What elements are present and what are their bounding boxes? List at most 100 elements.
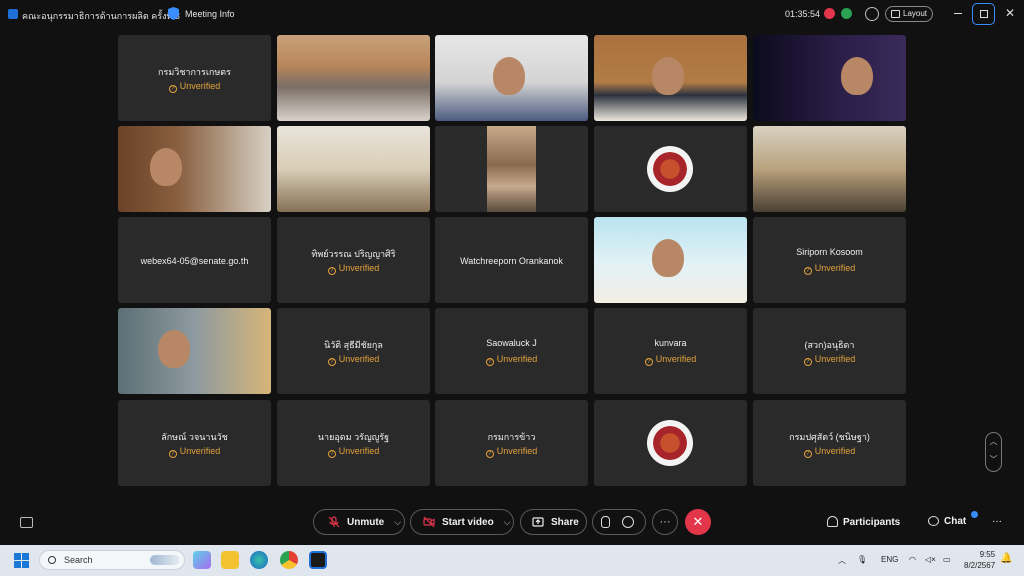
chrome-icon[interactable]: [280, 551, 298, 569]
unmute-button[interactable]: Unmute ⌵: [313, 509, 405, 535]
chat-button[interactable]: Chat: [928, 516, 966, 527]
participant-tile[interactable]: [118, 308, 271, 394]
participant-tile[interactable]: [594, 217, 747, 303]
share-icon: [532, 517, 544, 527]
participant-tile[interactable]: [753, 35, 906, 121]
notification-bell-icon[interactable]: 🔔: [1000, 553, 1012, 564]
participant-name: webex64-05@senate.go.th: [140, 256, 249, 266]
participant-video: [118, 126, 271, 212]
participant-tile[interactable]: Saowaluck J? Unverified: [435, 308, 588, 394]
participant-tile[interactable]: [594, 400, 747, 486]
participant-tile[interactable]: [594, 126, 747, 212]
layout-button[interactable]: Layout: [885, 6, 933, 22]
participant-name: Siriporn Kosoom: [796, 247, 863, 257]
question-icon: ?: [803, 267, 812, 275]
participant-tile[interactable]: [753, 126, 906, 212]
chevron-down-icon[interactable]: ⌵: [394, 517, 401, 528]
edge-icon[interactable]: [250, 551, 268, 569]
participant-tile[interactable]: นายอุดม วรัญญูรัฐ? Unverified: [277, 400, 430, 486]
clock-date: 8/2/2567: [964, 561, 996, 570]
unmute-label: Unmute: [347, 516, 385, 528]
portrait-video-frame: [487, 126, 536, 212]
more-options-button[interactable]: ···: [652, 509, 678, 535]
unverified-badge: ? Unverified: [118, 81, 271, 93]
tray-chevron-icon[interactable]: ︿: [838, 555, 846, 566]
unverified-label: Unverified: [338, 263, 380, 273]
share-button[interactable]: Share: [520, 509, 587, 535]
participant-video: [435, 126, 588, 212]
search-placeholder: Search: [64, 555, 93, 565]
windows-start-icon[interactable]: [14, 553, 29, 568]
copilot-icon[interactable]: [193, 551, 211, 569]
participant-video: [277, 126, 430, 212]
minimize-button[interactable]: [954, 13, 962, 14]
participant-tile[interactable]: [435, 35, 588, 121]
participant-tile[interactable]: Siriporn Kosoom? Unverified: [753, 217, 906, 303]
scroll-down-icon[interactable]: ﹀: [986, 451, 1001, 469]
unverified-badge: ? Unverified: [277, 446, 430, 458]
reactions-icon[interactable]: [622, 516, 634, 528]
unverified-badge: ? Unverified: [753, 446, 906, 458]
scroll-up-icon[interactable]: ︿: [986, 433, 1001, 451]
webex-taskbar-icon[interactable]: [309, 551, 327, 569]
participant-tile[interactable]: [277, 35, 430, 121]
participant-tile[interactable]: webex64-05@senate.go.th: [118, 217, 271, 303]
unverified-label: Unverified: [814, 354, 856, 364]
participant-video: [594, 35, 747, 121]
taskbar-clock[interactable]: 9:55 8/2/2567: [964, 549, 995, 571]
participant-tile[interactable]: [118, 126, 271, 212]
volume-icon[interactable]: ◁×: [925, 555, 936, 564]
meeting-info-button[interactable]: Meeting Info: [185, 9, 235, 19]
participant-name: (สวก)อนุธิดา: [804, 340, 855, 350]
mic-muted-tray-icon[interactable]: 🎙: [857, 555, 867, 566]
zoom-icon[interactable]: [865, 7, 879, 21]
grid-scroller[interactable]: ︿ ﹀: [985, 432, 1002, 472]
connection-status-icon[interactable]: [841, 8, 852, 19]
participant-tile[interactable]: [277, 126, 430, 212]
start-video-button[interactable]: Start video ⌵: [410, 509, 514, 535]
leave-meeting-button[interactable]: ✕: [685, 509, 711, 535]
participant-tile[interactable]: [594, 35, 747, 121]
person-silhouette: [652, 239, 684, 277]
battery-icon[interactable]: ▭: [943, 555, 951, 564]
participant-video: [118, 308, 271, 394]
close-window-button[interactable]: ✕: [1005, 6, 1015, 20]
clock-time: 9:55: [979, 550, 996, 559]
participant-tile[interactable]: (สวก)อนุธิดา? Unverified: [753, 308, 906, 394]
participant-name: กรมปศุสัตว์ (ชนิษฐา): [789, 432, 870, 442]
question-icon: ?: [803, 450, 812, 458]
participant-tile[interactable]: ลักษณ์ วจนานวัช? Unverified: [118, 400, 271, 486]
participant-name: Watchreeporn Orankanok: [460, 256, 563, 266]
participant-tile[interactable]: ทิพย์วรรณ ปริญญาศิริ ? Unverified: [277, 217, 430, 303]
recording-indicator-icon[interactable]: [824, 8, 835, 19]
participants-button[interactable]: Participants: [827, 516, 900, 528]
senate-seal-icon: [647, 146, 693, 192]
participant-tile[interactable]: [435, 126, 588, 212]
shield-icon[interactable]: [168, 7, 179, 20]
taskbar-search[interactable]: Search: [39, 550, 185, 570]
participant-tile[interactable]: Watchreeporn Orankanok: [435, 217, 588, 303]
question-icon: ?: [327, 358, 336, 366]
chevron-down-icon[interactable]: ⌵: [504, 517, 511, 528]
unverified-label: Unverified: [496, 446, 538, 456]
overflow-menu-button[interactable]: ···: [992, 516, 1002, 527]
question-icon: ?: [168, 85, 177, 93]
unverified-label: Unverified: [338, 446, 380, 456]
participant-tile[interactable]: กรมวิชาการเกษตร? Unverified: [118, 35, 271, 121]
participant-tile[interactable]: นิวัติ สุธีมีชัยกุล? Unverified: [277, 308, 430, 394]
participant-video: [594, 217, 747, 303]
raise-hand-icon[interactable]: [601, 516, 610, 528]
participant-tile[interactable]: กรมปศุสัตว์ (ชนิษฐา) ? Unverified: [753, 400, 906, 486]
file-explorer-icon[interactable]: [221, 551, 239, 569]
question-icon: ?: [485, 358, 494, 366]
captions-icon[interactable]: [20, 517, 33, 528]
participant-tile[interactable]: กรมการข้าว? Unverified: [435, 400, 588, 486]
wifi-icon[interactable]: ◠: [909, 555, 916, 564]
start-video-label: Start video: [442, 516, 494, 528]
language-indicator[interactable]: ENG: [881, 555, 898, 564]
participant-name: ทิพย์วรรณ ปริญญาศิริ: [311, 249, 396, 259]
share-label: Share: [551, 516, 579, 528]
restore-button[interactable]: [972, 3, 995, 25]
unverified-badge: ? Unverified: [277, 263, 430, 275]
participant-tile[interactable]: kunvara? Unverified: [594, 308, 747, 394]
